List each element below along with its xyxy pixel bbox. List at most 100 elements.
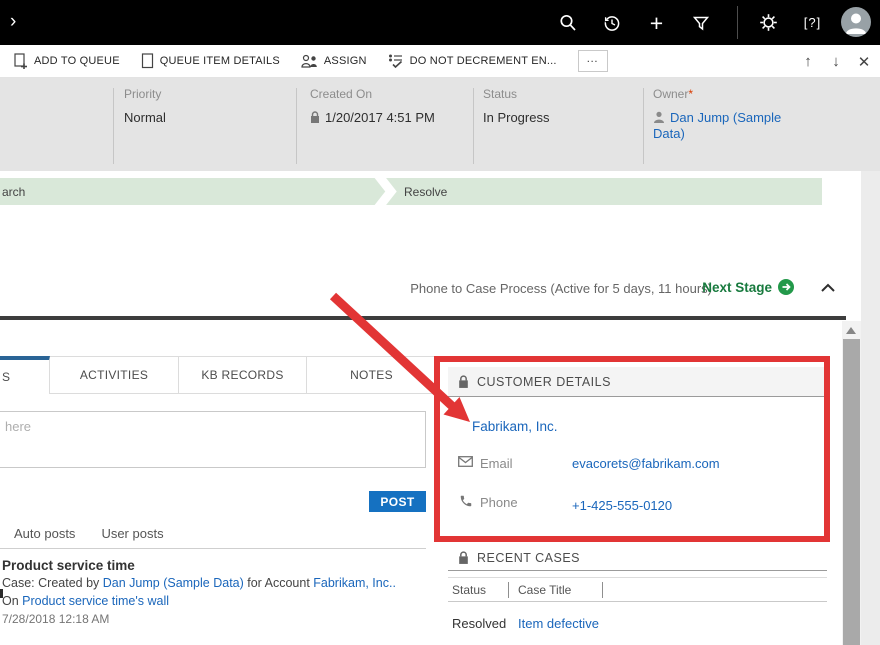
owner-link[interactable]: Dan Jump (Sample Data) — [653, 110, 781, 141]
queue-item-details-label: QUEUE ITEM DETAILS — [160, 55, 280, 67]
status-value: In Progress — [483, 110, 549, 125]
lock-icon — [310, 111, 320, 124]
record-header: Priority Normal Created On 1/20/2017 4:5… — [0, 78, 880, 171]
right-gutter — [861, 171, 880, 645]
phone-label: Phone — [480, 495, 518, 510]
priority-value: Normal — [124, 110, 166, 125]
scrollbar-up-arrow[interactable] — [846, 327, 856, 334]
previous-record-button[interactable]: ↑ — [797, 45, 819, 78]
topbar-separator — [737, 6, 738, 39]
wall-post: Product service time Case: Created by Da… — [2, 558, 432, 626]
case-title-link[interactable]: Item defective — [518, 616, 599, 631]
user-posts-filter[interactable]: User posts — [101, 526, 163, 541]
vertical-scrollbar — [842, 321, 861, 645]
wall-divider — [0, 548, 426, 549]
assign-people-icon — [301, 54, 318, 69]
recently-viewed-button[interactable] — [596, 7, 627, 38]
post-wall-line: On Product service time's wall — [2, 594, 432, 609]
field-created-on: Created On 1/20/2017 4:51 PM — [310, 87, 435, 125]
checklist-icon — [388, 54, 404, 69]
column-divider — [602, 582, 603, 598]
tab-posts[interactable]: S — [0, 356, 50, 394]
header-divider — [296, 88, 297, 164]
next-stage-label: Next Stage — [702, 280, 772, 295]
field-status: Status In Progress — [483, 87, 549, 125]
funnel-icon — [691, 13, 711, 33]
process-status-text: Phone to Case Process (Active for 5 days… — [410, 281, 712, 296]
field-priority: Priority Normal — [124, 87, 166, 125]
queue-item-details-button[interactable]: QUEUE ITEM DETAILS — [141, 53, 280, 69]
dynamics-crm-case-window: › + — [0, 0, 880, 645]
post-body: Case: Created by Dan Jump (Sample Data) … — [2, 576, 432, 591]
tab-activities[interactable]: ACTIVITIES — [50, 356, 179, 394]
collapse-process-button[interactable] — [820, 282, 838, 296]
phone-icon — [459, 494, 473, 508]
settings-button[interactable] — [753, 7, 784, 38]
column-header-case-title[interactable]: Case Title — [518, 583, 571, 597]
next-stage-arrow-icon — [778, 279, 794, 295]
user-avatar[interactable] — [841, 7, 871, 37]
process-panel-bottom-rule — [0, 316, 846, 320]
field-owner: Owner* Dan Jump (Sample Data) — [653, 87, 811, 142]
customer-company-link[interactable]: Fabrikam, Inc. — [472, 419, 558, 434]
gear-icon — [758, 12, 779, 33]
status-label: Status — [483, 87, 549, 101]
post-input[interactable] — [0, 411, 426, 468]
post-account-link[interactable]: Fabrikam, Inc.. — [313, 576, 396, 590]
add-to-queue-icon — [13, 53, 28, 69]
case-status-cell: Resolved — [452, 616, 506, 631]
column-header-status[interactable]: Status — [452, 583, 486, 597]
filter-button[interactable] — [685, 7, 716, 38]
post-composer — [0, 411, 426, 468]
post-wall-link[interactable]: Product service time's wall — [22, 594, 169, 608]
command-bar: ADD TO QUEUE QUEUE ITEM DETAILS ASSIGN D… — [0, 45, 880, 78]
recent-cases-grid-header-border — [448, 601, 827, 602]
created-on-value: 1/20/2017 4:51 PM — [325, 110, 435, 125]
add-to-queue-button[interactable]: ADD TO QUEUE — [13, 53, 120, 69]
search-button[interactable] — [552, 7, 583, 38]
arrow-down-icon: ↓ — [832, 53, 840, 70]
post-author-link[interactable]: Dan Jump (Sample Data) — [103, 576, 244, 590]
auto-posts-filter[interactable]: Auto posts — [14, 526, 75, 541]
more-commands-button[interactable]: … — [578, 50, 608, 72]
post-timestamp: 7/28/2018 12:18 AM — [2, 612, 432, 626]
document-icon — [141, 53, 154, 69]
tab-notes[interactable]: NOTES — [307, 356, 437, 394]
tab-kb-records[interactable]: KB RECORDS — [179, 356, 307, 394]
header-divider — [473, 88, 474, 164]
create-record-button[interactable]: + — [641, 7, 672, 38]
do-not-decrement-label: DO NOT DECREMENT EN... — [410, 55, 557, 67]
close-record-button[interactable]: ✕ — [853, 45, 875, 78]
help-icon: [?] — [804, 15, 821, 30]
business-process-bar: arch Resolve — [0, 178, 822, 205]
social-pane-tabs: S ACTIVITIES KB RECORDS NOTES — [0, 356, 437, 394]
assign-button[interactable]: ASSIGN — [301, 54, 367, 69]
owner-label: Owner* — [653, 87, 811, 101]
customer-details-title: CUSTOMER DETAILS — [477, 375, 611, 389]
process-stage-research[interactable]: arch — [2, 178, 25, 205]
customer-details-header: CUSTOMER DETAILS — [448, 367, 827, 397]
phone-value-link[interactable]: +1-425-555-0120 — [572, 498, 672, 513]
plus-icon: + — [650, 9, 663, 37]
add-to-queue-label: ADD TO QUEUE — [34, 55, 120, 67]
process-stage-resolve[interactable]: Resolve — [404, 178, 447, 205]
header-divider — [113, 88, 114, 164]
email-icon — [458, 456, 473, 467]
top-nav-bar: › + — [0, 0, 880, 45]
next-record-button[interactable]: ↓ — [825, 45, 847, 78]
search-icon — [558, 13, 578, 33]
next-stage-button[interactable]: Next Stage — [702, 279, 794, 295]
header-divider — [643, 88, 644, 164]
wall-filters: Auto posts User posts — [14, 526, 164, 541]
nav-expand-chevron-icon[interactable]: › — [10, 10, 32, 34]
lock-icon — [458, 375, 469, 389]
post-button[interactable]: POST — [369, 491, 426, 512]
close-icon: ✕ — [858, 53, 871, 71]
email-label: Email — [480, 456, 513, 471]
recent-cases-title: RECENT CASES — [477, 551, 580, 565]
help-button[interactable]: [?] — [797, 7, 828, 38]
do-not-decrement-button[interactable]: DO NOT DECREMENT EN... — [388, 54, 557, 69]
scrollbar-thumb[interactable] — [843, 339, 860, 645]
email-value-link[interactable]: evacorets@fabrikam.com — [572, 456, 720, 471]
person-icon — [653, 111, 665, 124]
